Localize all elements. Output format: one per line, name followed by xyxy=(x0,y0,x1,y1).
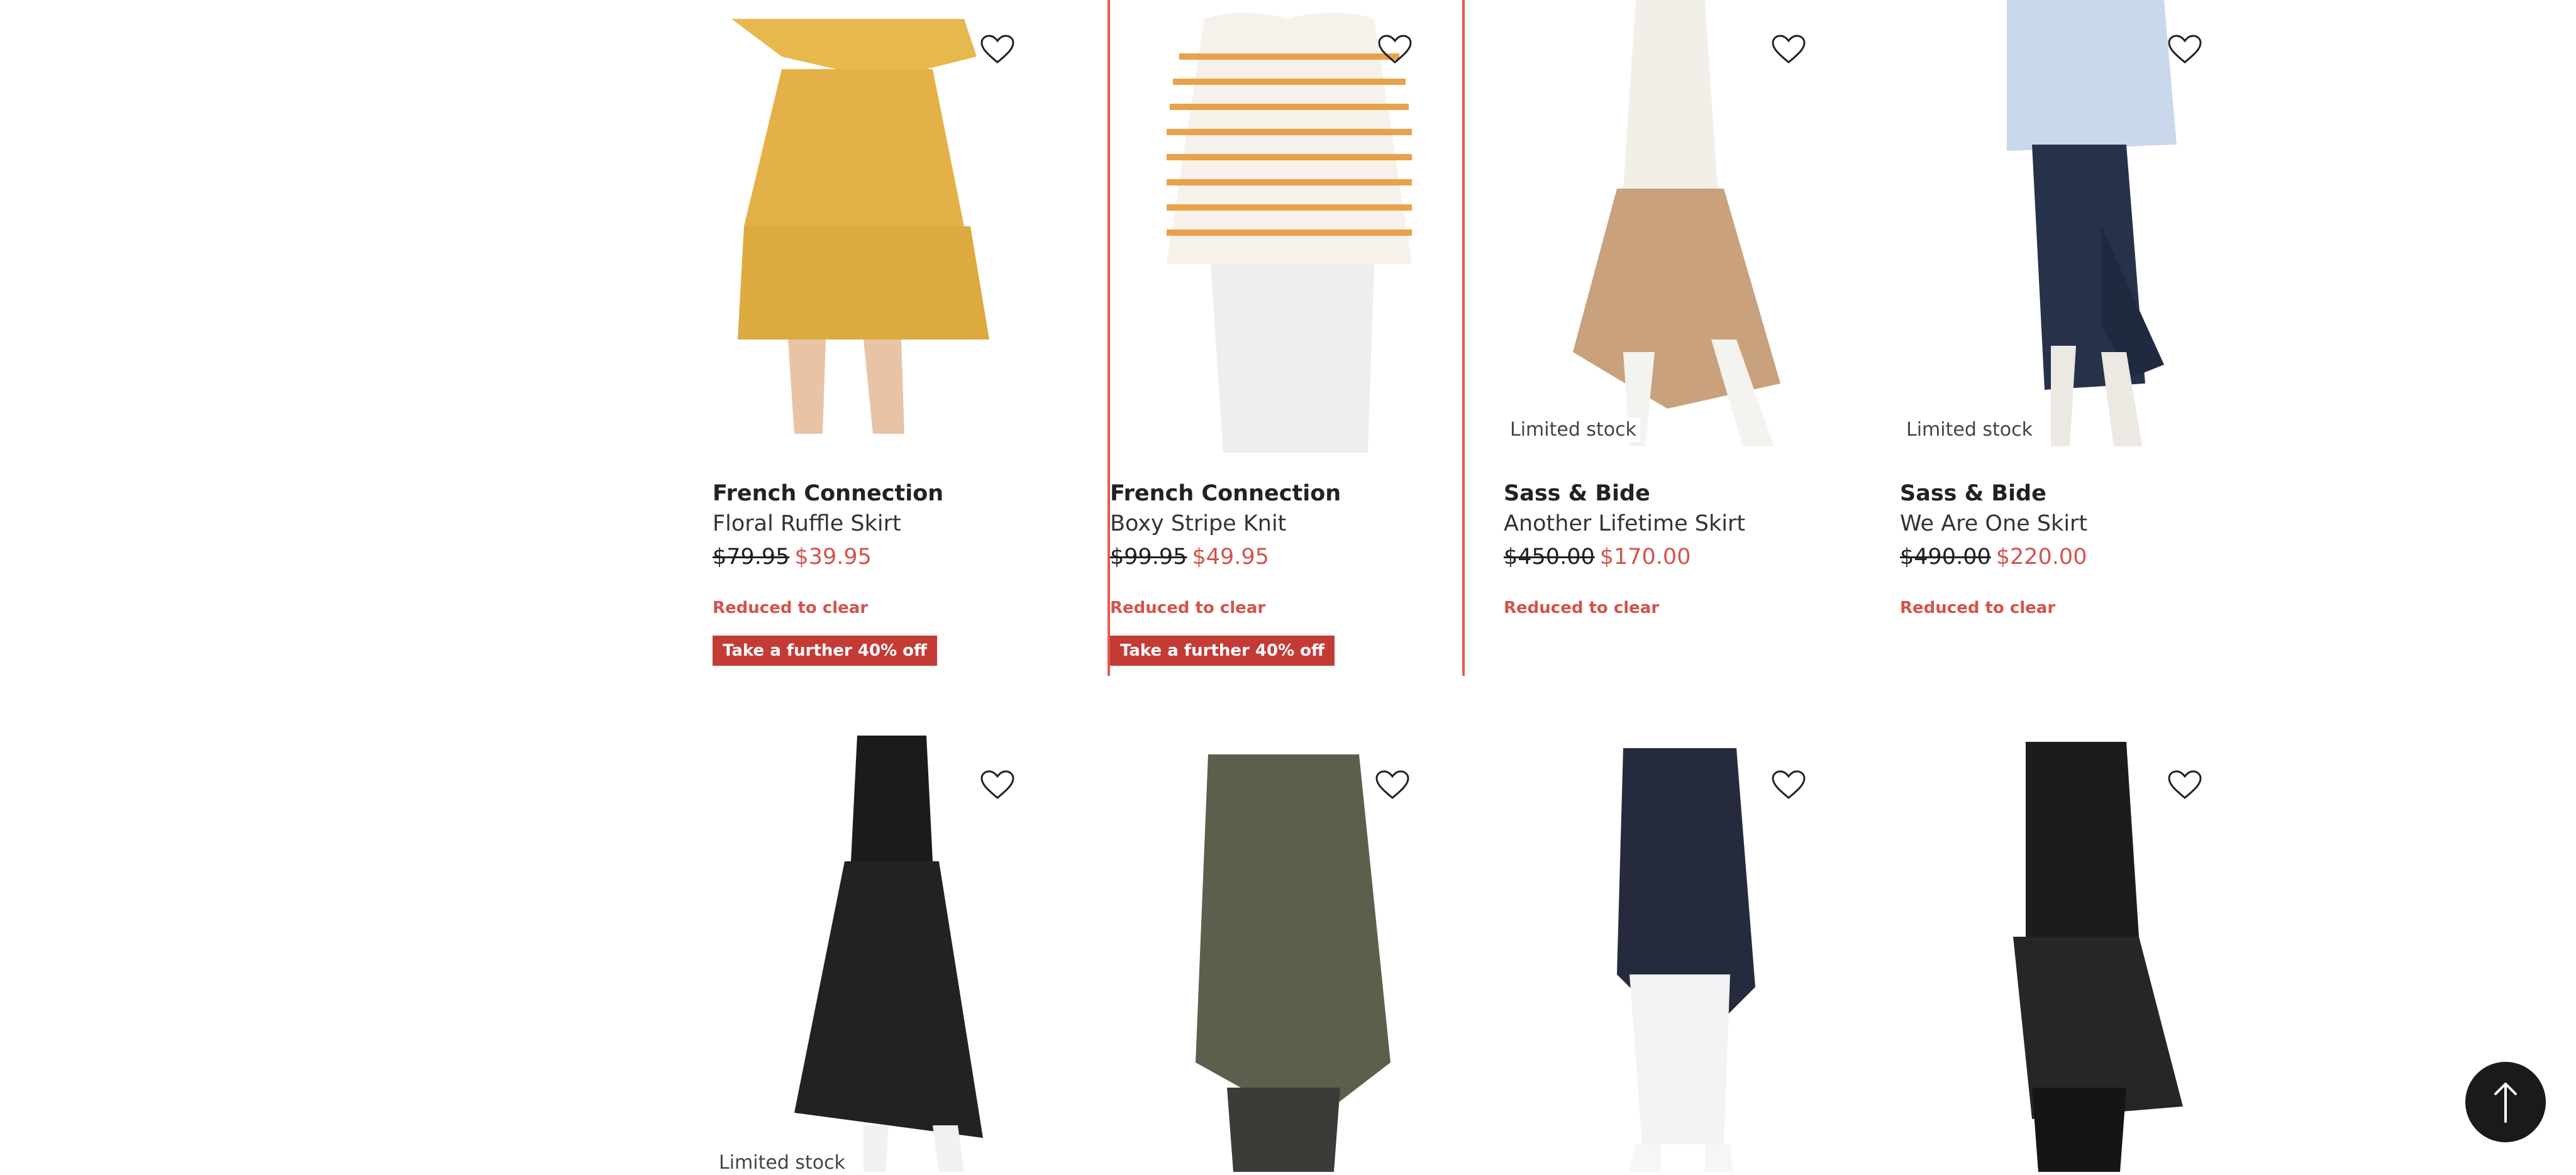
heart-outline-icon xyxy=(1772,770,1806,799)
stock-badge: Limited stock xyxy=(715,1150,850,1175)
sale-price: $49.95 xyxy=(1192,544,1269,570)
original-price: $79.95 xyxy=(713,544,790,570)
reduced-label: Reduced to clear xyxy=(1504,599,1660,617)
reduced-label: Reduced to clear xyxy=(713,599,869,617)
product-card-8[interactable] xyxy=(1900,736,2252,1172)
product-card-3[interactable]: Limited stock Sass & Bide Another Lifeti… xyxy=(1504,0,1856,676)
product-card-1[interactable]: French Connection Floral Ruffle Skirt $7… xyxy=(713,0,1065,676)
heart-outline-icon xyxy=(1375,770,1409,799)
favorite-button[interactable] xyxy=(1772,33,1806,67)
favorite-button[interactable] xyxy=(980,768,1014,802)
heart-outline-icon xyxy=(2168,770,2202,799)
reduced-label: Reduced to clear xyxy=(1110,599,1266,617)
product-card-4[interactable]: Limited stock Sass & Bide We Are One Ski… xyxy=(1900,0,2252,676)
product-image[interactable] xyxy=(1504,0,1856,453)
sale-price: $170.00 xyxy=(1599,544,1691,570)
product-brand[interactable]: Sass & Bide xyxy=(1504,481,1650,506)
favorite-button[interactable] xyxy=(980,33,1014,67)
original-price: $490.00 xyxy=(1900,544,1991,570)
heart-outline-icon xyxy=(1772,35,1806,63)
heart-outline-icon xyxy=(2168,35,2202,63)
sale-price: $220.00 xyxy=(1996,544,2087,570)
original-price: $99.95 xyxy=(1110,544,1187,570)
product-image[interactable] xyxy=(713,0,1065,453)
product-price: $79.95 $39.95 xyxy=(713,544,872,570)
product-name[interactable]: We Are One Skirt xyxy=(1900,511,2087,536)
stock-badge: Limited stock xyxy=(1902,417,2037,442)
product-price: $450.00 $170.00 xyxy=(1504,544,1690,570)
product-name[interactable]: Another Lifetime Skirt xyxy=(1504,511,1745,536)
product-card-7[interactable] xyxy=(1504,736,1856,1172)
heart-outline-icon xyxy=(1378,35,1412,63)
favorite-button[interactable] xyxy=(2168,768,2202,802)
product-brand[interactable]: French Connection xyxy=(1110,481,1341,506)
arrow-up-icon xyxy=(2494,1083,2517,1123)
product-card-5[interactable]: Limited stock xyxy=(713,736,1065,1175)
favorite-button[interactable] xyxy=(1772,768,1806,802)
original-price: $450.00 xyxy=(1504,544,1595,570)
favorite-button[interactable] xyxy=(2168,33,2202,67)
heart-outline-icon xyxy=(980,770,1014,799)
product-card-6[interactable] xyxy=(1108,736,1460,1172)
product-card-2[interactable]: French Connection Boxy Stripe Knit $99.9… xyxy=(1108,0,1465,676)
reduced-label: Reduced to clear xyxy=(1900,599,2056,617)
favorite-button[interactable] xyxy=(1378,33,1412,67)
product-image[interactable] xyxy=(1110,0,1462,453)
product-image[interactable] xyxy=(1900,0,2252,453)
back-to-top-button[interactable] xyxy=(2465,1062,2546,1142)
product-name[interactable]: Floral Ruffle Skirt xyxy=(713,511,901,536)
product-brand[interactable]: Sass & Bide xyxy=(1900,481,2046,506)
stock-badge: Limited stock xyxy=(1506,417,1641,442)
promo-badge: Take a further 40% off xyxy=(1110,636,1335,666)
heart-outline-icon xyxy=(980,35,1014,63)
product-price: $490.00 $220.00 xyxy=(1900,544,2087,570)
favorite-button[interactable] xyxy=(1375,768,1409,802)
product-price: $99.95 $49.95 xyxy=(1110,544,1269,570)
product-brand[interactable]: French Connection xyxy=(713,481,943,506)
product-name[interactable]: Boxy Stripe Knit xyxy=(1110,511,1286,536)
sale-price: $39.95 xyxy=(794,544,872,570)
promo-badge: Take a further 40% off xyxy=(713,636,938,666)
